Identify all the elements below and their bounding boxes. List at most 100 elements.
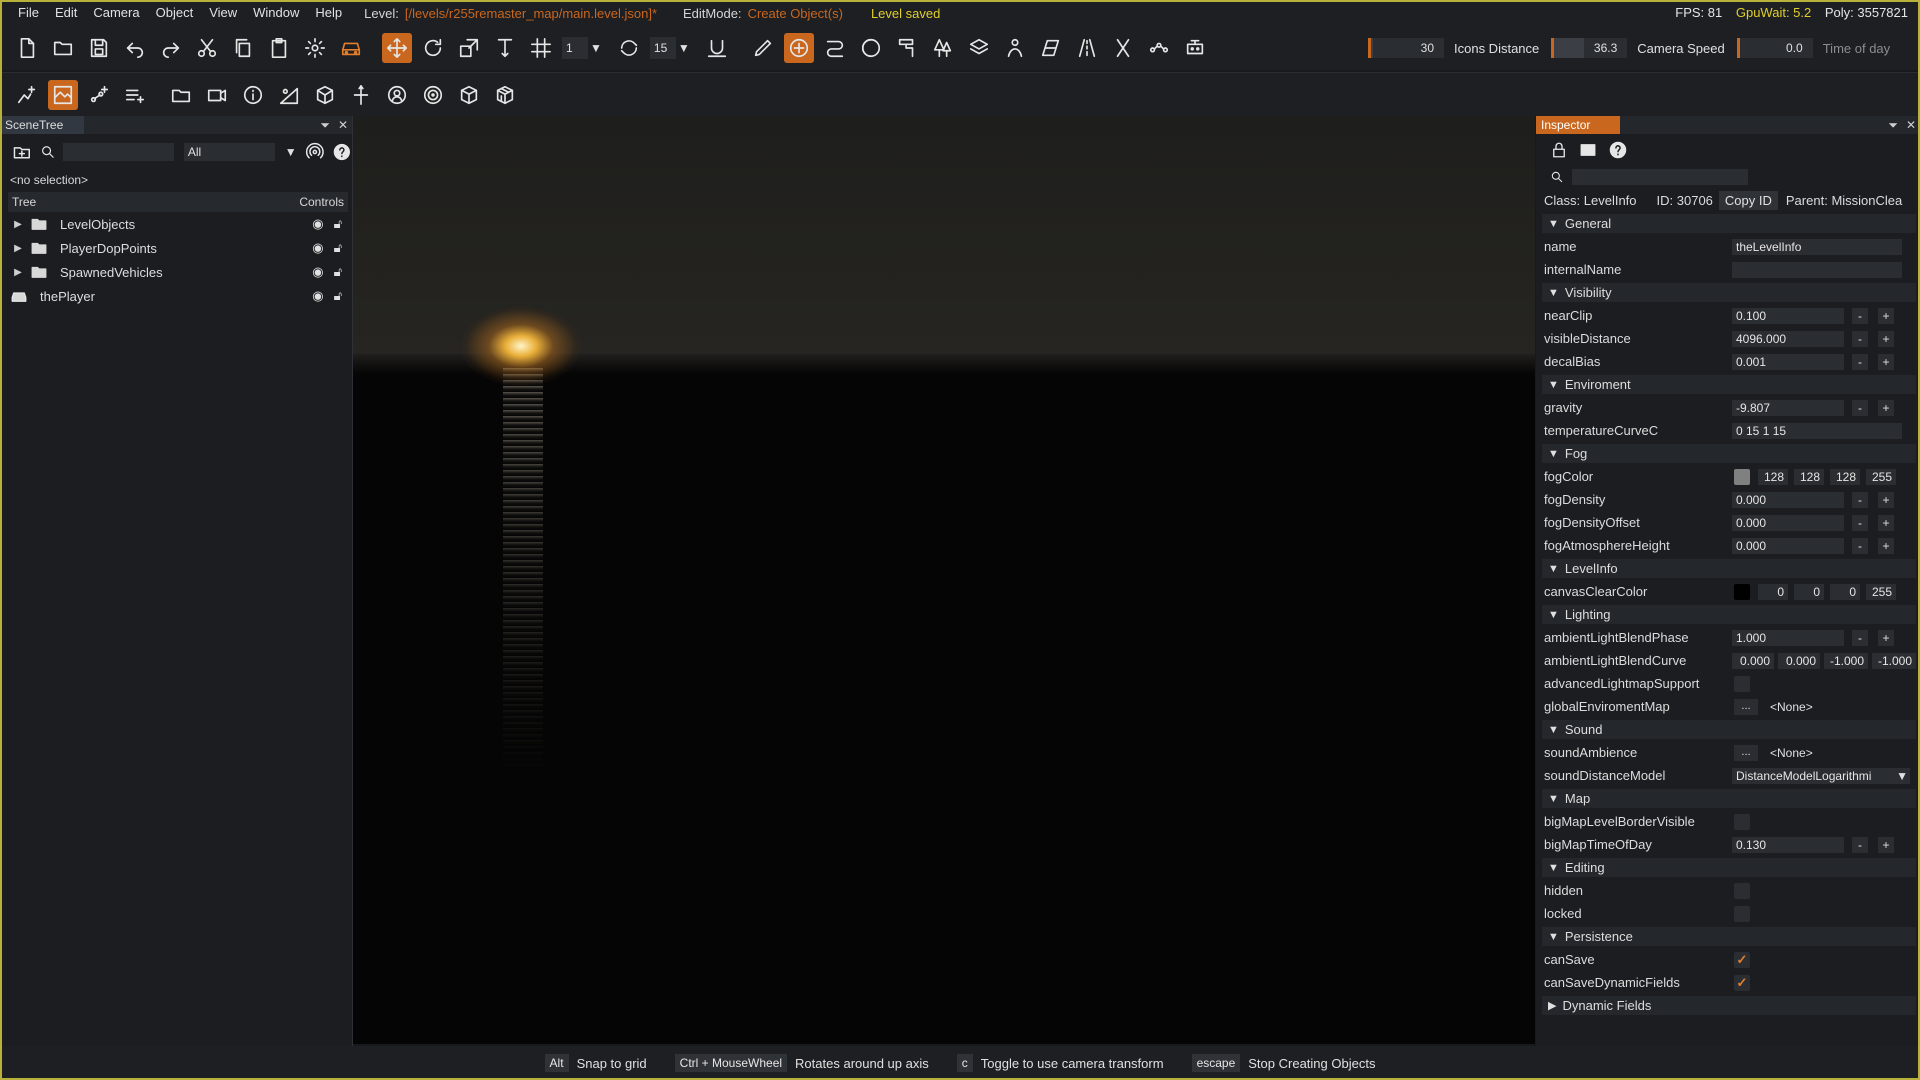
menu-window[interactable]: Window	[245, 0, 307, 26]
decal-road-button[interactable]	[1036, 33, 1066, 63]
decrement-button[interactable]: -	[1852, 307, 1868, 324]
rotate-tool-button[interactable]	[418, 33, 448, 63]
move-tool-button[interactable]	[382, 33, 412, 63]
section-visibility[interactable]: ▼ Visibility	[1542, 283, 1916, 302]
forest-button[interactable]	[928, 33, 958, 63]
menu-object[interactable]: Object	[148, 0, 202, 26]
grid-snap-button[interactable]	[526, 33, 556, 63]
add-lane-button[interactable]	[120, 80, 150, 110]
tree-item-theplayer[interactable]: thePlayer ◉ 🔓︎	[8, 284, 348, 308]
expand-arrow-icon[interactable]: ▶	[8, 219, 28, 230]
decrement-button[interactable]: -	[1852, 836, 1868, 853]
tree-item-levelobjects[interactable]: ▶ LevelObjects ◉ 🔓︎	[8, 212, 348, 236]
temperaturecurve-field[interactable]: 0 15 1 15	[1732, 422, 1902, 439]
panel-collapse-icon[interactable]: ⏷	[1888, 116, 1898, 134]
rotation-snap-dropdown[interactable]: ▼	[678, 41, 690, 55]
blendcurve-v1[interactable]: 0.000	[1732, 652, 1774, 669]
copy-button[interactable]	[228, 33, 258, 63]
canvasclearcolor-g[interactable]: 0	[1794, 583, 1824, 600]
decrement-button[interactable]: -	[1852, 491, 1868, 508]
copy-id-button[interactable]: Copy ID	[1718, 190, 1778, 210]
section-levelinfo[interactable]: ▼ LevelInfo	[1542, 559, 1916, 578]
decrement-button[interactable]: -	[1852, 537, 1868, 554]
visibility-eye-icon[interactable]: ◉	[312, 240, 323, 256]
increment-button[interactable]: +	[1878, 836, 1894, 853]
hidden-checkbox[interactable]	[1734, 882, 1750, 899]
section-map[interactable]: ▼ Map	[1542, 789, 1916, 808]
mesh-road-button[interactable]	[1072, 33, 1102, 63]
new-window-icon[interactable]	[1578, 141, 1598, 159]
gravity-field[interactable]: -9.807	[1732, 399, 1844, 416]
scenetree-tab[interactable]: SceneTree	[0, 116, 84, 134]
grid-snap-value[interactable]: 1	[562, 37, 588, 59]
visibledistance-field[interactable]: 4096.000	[1732, 330, 1844, 347]
increment-button[interactable]: +	[1878, 353, 1894, 370]
target-button[interactable]	[418, 80, 448, 110]
panel-collapse-icon[interactable]: ⏷	[320, 116, 330, 134]
tree-item-spawnedvehicles[interactable]: ▶ SpawnedVehicles ◉ 🔓︎	[8, 260, 348, 284]
rotation-snap-button[interactable]	[614, 33, 644, 63]
river-button[interactable]	[1108, 33, 1138, 63]
paint-roller-button[interactable]	[892, 33, 922, 63]
canvasclearcolor-b[interactable]: 0	[1830, 583, 1860, 600]
blendcurve-v2[interactable]: 0.000	[1778, 652, 1820, 669]
road-editor-button[interactable]	[820, 33, 850, 63]
fogcolor-b[interactable]: 128	[1830, 468, 1860, 485]
visibility-eye-icon[interactable]: ◉	[312, 264, 323, 280]
section-fog[interactable]: ▼ Fog	[1542, 444, 1916, 463]
nearclip-field[interactable]: 0.100	[1732, 307, 1844, 324]
time-of-day-label[interactable]: Time of day	[1823, 41, 1890, 56]
internalname-field[interactable]	[1732, 261, 1902, 278]
menu-edit[interactable]: Edit	[47, 0, 85, 26]
undo-button[interactable]	[120, 33, 150, 63]
canvasclearcolor-r[interactable]: 0	[1758, 583, 1788, 600]
add-point-button[interactable]	[12, 80, 42, 110]
help-icon[interactable]	[1608, 140, 1628, 160]
group-button[interactable]	[166, 80, 196, 110]
grid-snap-dropdown[interactable]: ▼	[590, 41, 602, 55]
info-button[interactable]	[238, 80, 268, 110]
lock-icon[interactable]	[1550, 141, 1568, 159]
drop-to-ground-button[interactable]	[702, 33, 732, 63]
increment-button[interactable]: +	[1878, 629, 1894, 646]
visibility-eye-icon[interactable]: ◉	[312, 288, 323, 304]
snap-height-button[interactable]	[490, 33, 520, 63]
panel-close-icon[interactable]: ✕	[338, 116, 348, 134]
tree-item-playerdoppoints[interactable]: ▶ PlayerDopPoints ◉ 🔓︎	[8, 236, 348, 260]
blendcurve-v4[interactable]: -1.000	[1872, 652, 1916, 669]
section-lighting[interactable]: ▼ Lighting	[1542, 605, 1916, 624]
menu-view[interactable]: View	[201, 0, 245, 26]
nodes-button[interactable]	[1144, 33, 1174, 63]
save-button[interactable]	[84, 33, 114, 63]
scale-tool-button[interactable]	[454, 33, 484, 63]
open-button[interactable]	[48, 33, 78, 63]
locked-checkbox[interactable]	[1734, 905, 1750, 922]
axis-gizmo-button[interactable]	[346, 80, 376, 110]
broadcast-icon[interactable]	[305, 142, 325, 162]
settings-button[interactable]	[300, 33, 330, 63]
scenetree-filter-select[interactable]: All ▼	[183, 143, 297, 161]
expand-arrow-icon[interactable]: ▶	[8, 267, 28, 278]
name-field[interactable]: theLevelInfo	[1732, 238, 1902, 255]
panel-close-icon[interactable]: ✕	[1906, 116, 1916, 134]
inspector-tab[interactable]: Inspector	[1536, 116, 1620, 134]
decalbias-field[interactable]: 0.001	[1732, 353, 1844, 370]
bigmaplevelbordervisible-checkbox[interactable]	[1734, 813, 1750, 830]
fogatmosphereheight-field[interactable]: 0.000	[1732, 537, 1844, 554]
increment-button[interactable]: +	[1878, 307, 1894, 324]
edit-pencil-button[interactable]	[748, 33, 778, 63]
canvasclearcolor-a[interactable]: 255	[1866, 583, 1896, 600]
section-environment[interactable]: ▼ Enviroment	[1542, 375, 1916, 394]
ai-traffic-button[interactable]	[1180, 33, 1210, 63]
menu-file[interactable]: File	[10, 0, 47, 26]
increment-button[interactable]: +	[1878, 537, 1894, 554]
mesh-button[interactable]	[490, 80, 520, 110]
sun-button[interactable]	[274, 80, 304, 110]
bigmaptimeofday-field[interactable]: 0.130	[1732, 836, 1844, 853]
rotation-snap-value[interactable]: 15	[649, 37, 676, 59]
increment-button[interactable]: +	[1878, 330, 1894, 347]
fogcolor-a[interactable]: 255	[1866, 468, 1896, 485]
fogdensityoffset-field[interactable]: 0.000	[1732, 514, 1844, 531]
cansavedynamicfields-checkbox[interactable]: ✓	[1734, 974, 1750, 991]
decrement-button[interactable]: -	[1852, 514, 1868, 531]
